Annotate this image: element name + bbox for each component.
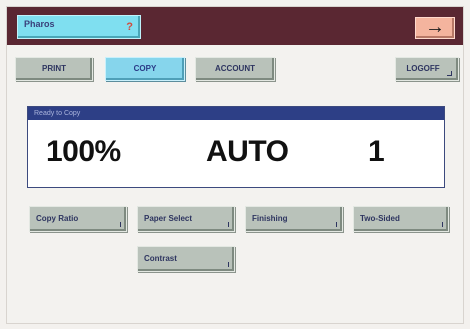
copy-ratio-label: Copy Ratio [36, 214, 79, 223]
return-corner-icon [447, 71, 452, 76]
menu-corner-icon [440, 222, 443, 227]
logoff-label: LOGOFF [406, 64, 440, 73]
finishing-label: Finishing [252, 214, 288, 223]
paper-size-value: AUTO [206, 135, 289, 168]
menu-corner-icon [118, 222, 121, 227]
paper-select-label: Paper Select [144, 214, 193, 223]
status-message: Ready to Copy [28, 107, 444, 120]
tab-copy[interactable]: COPY [105, 57, 185, 81]
copy-status-panel: Ready to Copy 100% AUTO 1 [27, 106, 445, 188]
two-sided-label: Two-Sided [360, 214, 400, 223]
logoff-button[interactable]: LOGOFF [395, 57, 459, 81]
contrast-label: Contrast [144, 254, 177, 263]
menu-corner-icon [334, 222, 337, 227]
right-arrow-icon: → [425, 16, 445, 38]
app-name-label: Pharos [24, 19, 55, 29]
contrast-button[interactable]: Contrast [137, 246, 235, 272]
forward-arrow-button[interactable]: → [415, 17, 455, 39]
menu-corner-icon [226, 262, 229, 267]
paper-select-button[interactable]: Paper Select [137, 206, 235, 232]
tab-print[interactable]: PRINT [15, 57, 93, 81]
copy-ratio-value: 100% [46, 135, 121, 168]
app-name-button[interactable]: Pharos ? [17, 15, 141, 39]
app-mark-icon: ? [126, 21, 133, 33]
title-bar: Pharos ? → [7, 7, 463, 45]
tab-account[interactable]: ACCOUNT [195, 57, 275, 81]
finishing-button[interactable]: Finishing [245, 206, 343, 232]
copier-screen: Pharos ? → PRINT COPY ACCOUNT LOGOFF Rea… [6, 6, 464, 324]
copy-count-value: 1 [368, 135, 385, 168]
menu-corner-icon [226, 222, 229, 227]
two-sided-button[interactable]: Two-Sided [353, 206, 449, 232]
copy-ratio-button[interactable]: Copy Ratio [29, 206, 127, 232]
